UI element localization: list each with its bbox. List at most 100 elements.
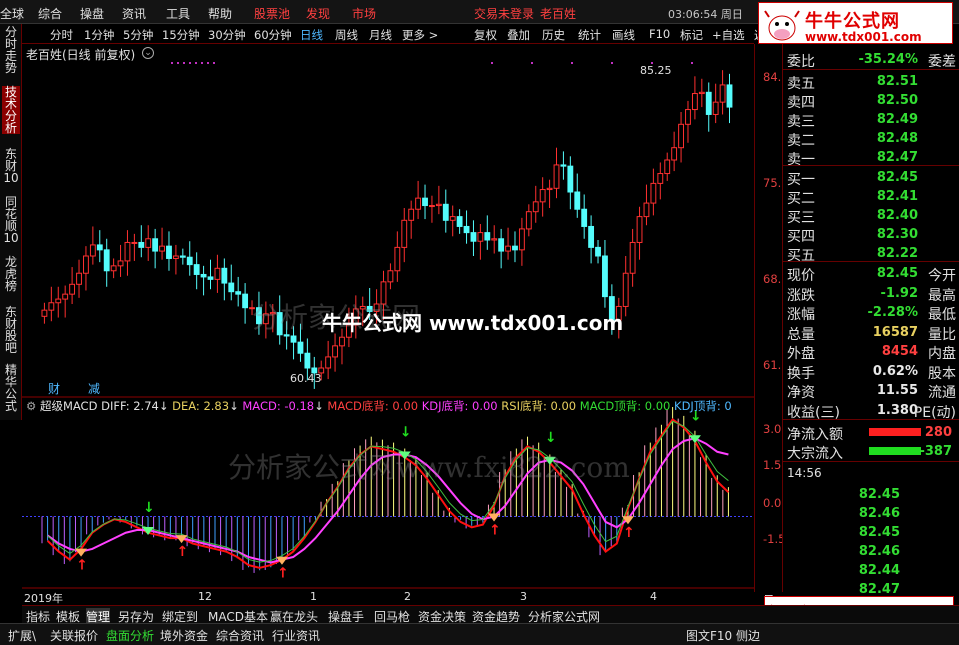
stat-row[interactable]: 换手 0.62% 股本 [783, 362, 959, 382]
sell-level-row[interactable]: 卖五 82.51 [783, 72, 959, 92]
buy-level-row[interactable]: 买四 82.30 [783, 225, 959, 245]
btn-history[interactable]: 历史 [542, 27, 565, 43]
tab-dongcai10[interactable]: 东财10 [2, 148, 20, 184]
btn-draw[interactable]: 画线 [612, 27, 635, 43]
tf-monthly[interactable]: 月线 [369, 27, 392, 43]
site-logo: 牛牛公式网 www.tdx001.com [758, 2, 953, 44]
stat-row-label: 总量 [787, 326, 815, 343]
fund-flow-value: -387 [919, 444, 952, 459]
tick-time-row: 14:56 [783, 465, 959, 484]
sell-arrow-icon: ↓ [143, 500, 155, 516]
status-industry-news[interactable]: 行业资讯 [272, 627, 320, 644]
signal-dot [611, 62, 613, 64]
fund-flow-label: 净流入额 [787, 427, 843, 443]
stat-row[interactable]: 外盘 8454 内盘 [783, 342, 959, 362]
candle [429, 205, 435, 208]
sell-level-row[interactable]: 卖三 82.49 [783, 110, 959, 130]
tf-more[interactable]: 更多 > [402, 27, 438, 43]
menu-stock-pool[interactable]: 股票池 [254, 5, 290, 22]
btn-f10[interactable]: F10 [649, 27, 670, 41]
tab-longhubang[interactable]: 龙虎榜 [2, 256, 20, 292]
status-f10-side[interactable]: 图文F10 侧边 [686, 627, 760, 644]
date-label: 2019年 [24, 592, 63, 605]
candle [103, 249, 110, 272]
candle [159, 245, 165, 252]
tab-formula[interactable]: 精华公式 [2, 364, 20, 412]
logo-url: www.tdx001.com [805, 30, 922, 44]
sell-level-row[interactable]: 卖四 82.50 [783, 91, 959, 111]
sell-level-row[interactable]: 卖二 82.48 [783, 129, 959, 149]
stat-row[interactable]: 涨跌 -1.92 最高 [783, 284, 959, 304]
tab-intraday[interactable]: 分时走势 [2, 26, 20, 74]
candle [48, 302, 55, 311]
indicator-tabs: 指标 模板 管理 另存为 绑定到 MACD基本 赢在龙头 操盘手 回马枪 资金决… [22, 605, 959, 625]
candle [629, 241, 636, 274]
price-axis: 84.37 75.93 68.34 61.51 3.00 1.50 0.00 -… [754, 44, 796, 607]
menu-market[interactable]: 市场 [352, 5, 376, 22]
candle [484, 232, 491, 241]
status-expand[interactable]: 扩展\ [8, 627, 36, 644]
candle [505, 245, 511, 252]
status-market-analysis[interactable]: 盘面分析 [106, 627, 154, 644]
tf-60min[interactable]: 60分钟 [254, 27, 292, 43]
menu-global[interactable]: 全球 [0, 5, 24, 22]
settings-icon[interactable]: ⚙ [26, 399, 36, 413]
tab-guba[interactable]: 东财股吧 [2, 306, 20, 354]
sell-level-row-value: 82.48 [876, 131, 918, 146]
btn-add-watch[interactable]: +自选 [712, 27, 745, 43]
status-news[interactable]: 综合资讯 [216, 627, 264, 644]
login-status[interactable]: 交易未登录 [474, 5, 534, 22]
stat-row-label: 外盘 [787, 346, 815, 362]
candle [546, 187, 553, 191]
candle [401, 219, 408, 248]
buy-level-row[interactable]: 买三 82.40 [783, 206, 959, 226]
menu-help[interactable]: 帮助 [208, 5, 232, 22]
menu-general[interactable]: 综合 [38, 5, 62, 22]
stat-row[interactable]: 总量 16587 量比 [783, 323, 959, 343]
menu-discover[interactable]: 发现 [306, 5, 330, 22]
tick-time: 14:56 [787, 466, 822, 480]
menu-tools[interactable]: 工具 [166, 5, 190, 22]
tf-daily[interactable]: 日线 [300, 27, 323, 43]
menu-news[interactable]: 资讯 [122, 5, 146, 22]
chevron-down-icon[interactable]: ⌄ [142, 47, 154, 59]
buy-level-row[interactable]: 买二 82.41 [783, 187, 959, 207]
tf-1min[interactable]: 1分钟 [84, 27, 114, 43]
buy-level-row[interactable]: 买一 82.45 [783, 168, 959, 188]
btn-adjust[interactable]: 复权 [474, 27, 497, 43]
tf-15min[interactable]: 15分钟 [162, 27, 200, 43]
candle [172, 255, 179, 259]
btn-mark[interactable]: 标记 [680, 27, 703, 43]
tab-tonghuashun10[interactable]: 同花顺10 [2, 196, 20, 244]
indicator-name[interactable]: 超级MACD [40, 399, 97, 413]
tab-technical[interactable]: 技术分析 [2, 86, 20, 134]
tf-intraday[interactable]: 分时 [50, 27, 73, 43]
status-related-quote[interactable]: 关联报价 [50, 627, 98, 644]
candle [394, 246, 401, 272]
fund-flow-value: 280 [924, 425, 952, 440]
stock-name-title: 老百姓 [540, 7, 577, 21]
candle [525, 211, 532, 230]
tf-5min[interactable]: 5分钟 [123, 27, 153, 43]
candle [62, 293, 69, 300]
candle [602, 255, 608, 298]
status-foreign-fund[interactable]: 境外资金 [160, 627, 208, 644]
tf-30min[interactable]: 30分钟 [208, 27, 246, 43]
btn-stats[interactable]: 统计 [578, 27, 601, 43]
stat-row[interactable]: 收益(三) 1.380 PE(动) [783, 401, 959, 421]
fund-flow-bar [869, 428, 921, 436]
btn-overlay[interactable]: 叠加 [507, 27, 530, 43]
tf-weekly[interactable]: 周线 [335, 27, 358, 43]
kdj-bottom-value: KDJ底背: 0.00 [421, 399, 498, 413]
candle [574, 191, 581, 210]
candle [726, 84, 733, 108]
candle [83, 255, 89, 274]
candle [55, 298, 62, 304]
stat-row[interactable]: 净资 11.55 流通 [783, 381, 959, 401]
stat-row[interactable]: 涨幅 -2.28% 最低 [783, 303, 959, 323]
menu-trade[interactable]: 操盘 [80, 5, 104, 22]
stat-row[interactable]: 现价 82.45 今开 [783, 264, 959, 284]
signal-dot [177, 62, 179, 64]
left-tabs: 分时走势 技术分析 东财10 同花顺10 龙虎榜 东财股吧 精华公式 [0, 24, 22, 420]
weibi-label: 委比 [787, 54, 815, 70]
